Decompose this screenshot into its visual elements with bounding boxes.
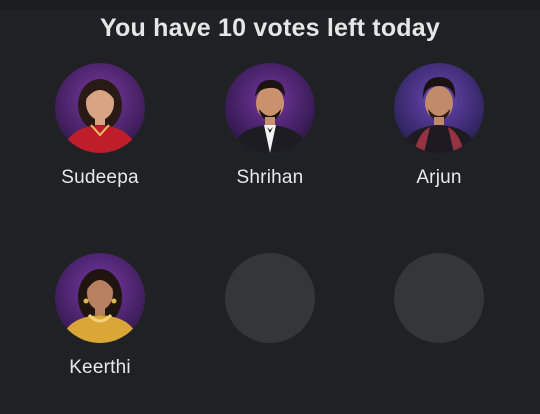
contestant-card-sudeepa[interactable]: Sudeepa xyxy=(40,63,160,189)
contestant-photo-arjun[interactable] xyxy=(394,63,484,153)
empty-avatar-placeholder xyxy=(394,253,484,343)
contestant-name: Arjun xyxy=(416,167,462,188)
contestant-photo-keerthi[interactable] xyxy=(55,253,145,343)
empty-slot xyxy=(379,253,499,343)
empty-avatar-placeholder xyxy=(225,253,315,343)
contestant-name: Shrihan xyxy=(236,167,304,188)
contestant-name: Sudeepa xyxy=(61,167,139,188)
contestant-card-keerthi[interactable]: Keerthi xyxy=(40,253,160,379)
contestant-photo-sudeepa[interactable] xyxy=(55,63,145,153)
contestant-card-arjun[interactable]: Arjun xyxy=(379,63,499,189)
voting-screen: You have 10 votes left today Sudeepa Shr… xyxy=(0,0,540,414)
votes-left-heading: You have 10 votes left today xyxy=(100,14,440,42)
empty-slot xyxy=(210,253,330,343)
contestant-card-shrihan[interactable]: Shrihan xyxy=(210,63,330,189)
contestant-name: Keerthi xyxy=(69,357,131,378)
top-divider xyxy=(0,0,540,10)
contestant-photo-shrihan[interactable] xyxy=(225,63,315,153)
